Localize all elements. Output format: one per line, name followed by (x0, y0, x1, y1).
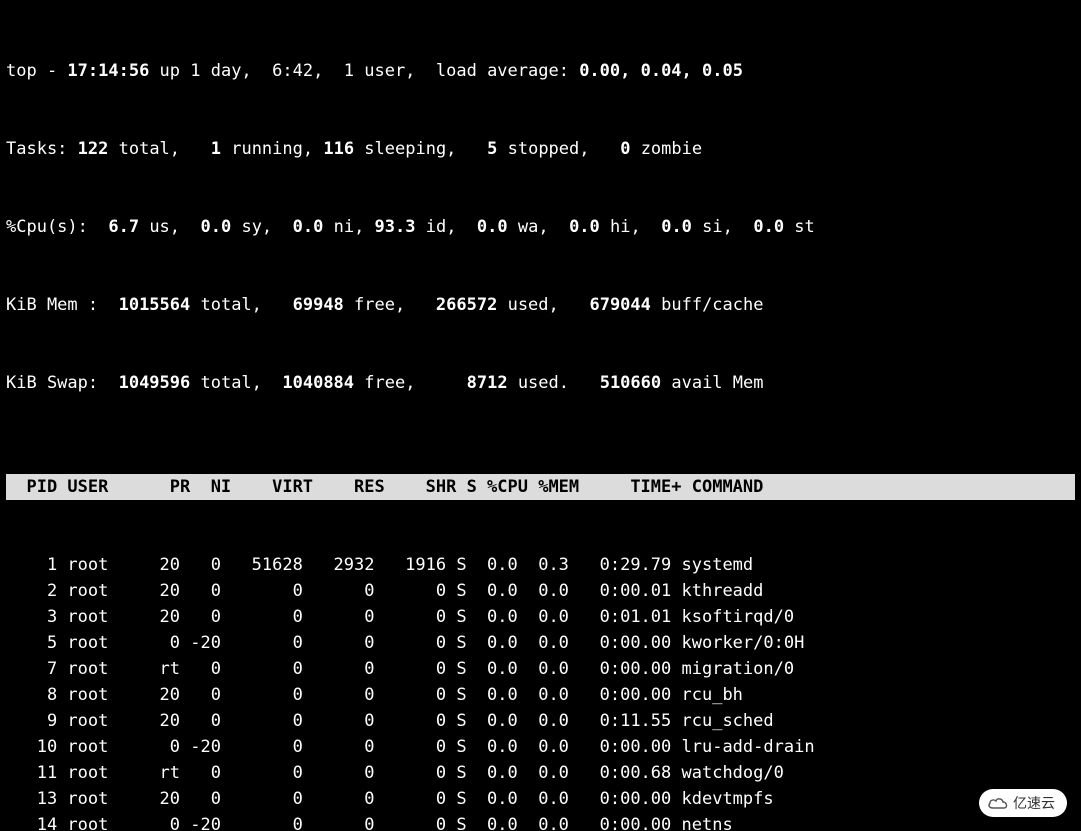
tasks-prefix: Tasks: (6, 139, 78, 159)
cpu-us: 6.7 (108, 217, 139, 237)
cpu-wa: 0.0 (477, 217, 508, 237)
terminal-screen[interactable]: top - 17:14:56 up 1 day, 6:42, 1 user, l… (0, 0, 1081, 831)
mem-t4: buff/cache (651, 295, 764, 315)
process-row[interactable]: 2 root 20 0 0 0 0 S 0.0 0.0 0:00.01 kthr… (6, 578, 1075, 604)
cpu-t3: ni, (323, 217, 374, 237)
top-prefix: top - (6, 61, 67, 81)
process-row[interactable]: 13 root 20 0 0 0 0 S 0.0 0.0 0:00.00 kde… (6, 786, 1075, 812)
mem-t1: total, (190, 295, 292, 315)
top-load: 0.00, 0.04, 0.05 (579, 61, 743, 81)
watermark-text: 亿速云 (1013, 793, 1055, 813)
swap-avail: 510660 (600, 373, 661, 393)
cpu-t4: id, (416, 217, 477, 237)
swap-t1: total, (190, 373, 282, 393)
cpu-t7: si, (692, 217, 753, 237)
top-mid1: up 1 day, 6:42, 1 user, load average: (149, 61, 579, 81)
summary-line-2: Tasks: 122 total, 1 running, 116 sleepin… (6, 136, 1075, 162)
summary-line-3: %Cpu(s): 6.7 us, 0.0 sy, 0.0 ni, 93.3 id… (6, 214, 1075, 240)
process-row[interactable]: 10 root 0 -20 0 0 0 S 0.0 0.0 0:00.00 lr… (6, 734, 1075, 760)
summary-line-5: KiB Swap: 1049596 total, 1040884 free, 8… (6, 370, 1075, 396)
process-row[interactable]: 9 root 20 0 0 0 0 S 0.0 0.0 0:11.55 rcu_… (6, 708, 1075, 734)
cpu-st: 0.0 (753, 217, 784, 237)
cpu-t2: sy, (231, 217, 292, 237)
swap-free: 1040884 (282, 373, 354, 393)
cpu-t8: st (784, 217, 815, 237)
mem-t3: used, (497, 295, 589, 315)
mem-t2: free, (344, 295, 436, 315)
swap-t4: avail Mem (661, 373, 763, 393)
mem-prefix: KiB Mem : (6, 295, 119, 315)
tasks-t5: zombie (630, 139, 702, 159)
cpu-si: 0.0 (661, 217, 692, 237)
process-row[interactable]: 3 root 20 0 0 0 0 S 0.0 0.0 0:01.01 ksof… (6, 604, 1075, 630)
cloud-icon (987, 795, 1009, 811)
cpu-id: 93.3 (375, 217, 416, 237)
tasks-t3: sleeping, (354, 139, 487, 159)
mem-buff: 679044 (589, 295, 650, 315)
process-row[interactable]: 1 root 20 0 51628 2932 1916 S 0.0 0.3 0:… (6, 552, 1075, 578)
mem-free: 69948 (293, 295, 344, 315)
summary-line-4: KiB Mem : 1015564 total, 69948 free, 266… (6, 292, 1075, 318)
swap-prefix: KiB Swap: (6, 373, 119, 393)
mem-used: 266572 (436, 295, 497, 315)
tasks-t1: total, (108, 139, 210, 159)
process-row[interactable]: 11 root rt 0 0 0 0 S 0.0 0.0 0:00.68 wat… (6, 760, 1075, 786)
swap-total: 1049596 (119, 373, 191, 393)
cpu-ni: 0.0 (293, 217, 324, 237)
tasks-stopped: 5 (487, 139, 497, 159)
mem-total: 1015564 (119, 295, 191, 315)
cpu-t1: us, (139, 217, 200, 237)
cpu-prefix: %Cpu(s): (6, 217, 108, 237)
process-row[interactable]: 14 root 0 -20 0 0 0 S 0.0 0.0 0:00.00 ne… (6, 812, 1075, 831)
swap-t2: free, (354, 373, 467, 393)
cpu-t5: wa, (508, 217, 569, 237)
tasks-sleeping: 116 (323, 139, 354, 159)
swap-used: 8712 (467, 373, 508, 393)
tasks-zombie: 0 (620, 139, 630, 159)
watermark-badge: 亿速云 (979, 789, 1067, 817)
process-row[interactable]: 8 root 20 0 0 0 0 S 0.0 0.0 0:00.00 rcu_… (6, 682, 1075, 708)
swap-t3: used. (508, 373, 600, 393)
process-list: 1 root 20 0 51628 2932 1916 S 0.0 0.3 0:… (6, 552, 1075, 831)
tasks-running: 1 (211, 139, 221, 159)
cpu-hi: 0.0 (569, 217, 600, 237)
top-time: 17:14:56 (67, 61, 149, 81)
tasks-t4: stopped, (497, 139, 620, 159)
cpu-sy: 0.0 (201, 217, 232, 237)
process-row[interactable]: 7 root rt 0 0 0 0 S 0.0 0.0 0:00.00 migr… (6, 656, 1075, 682)
tasks-total: 122 (78, 139, 109, 159)
summary-line-1: top - 17:14:56 up 1 day, 6:42, 1 user, l… (6, 58, 1075, 84)
process-row[interactable]: 5 root 0 -20 0 0 0 S 0.0 0.0 0:00.00 kwo… (6, 630, 1075, 656)
cpu-t6: hi, (600, 217, 661, 237)
process-header: PID USER PR NI VIRT RES SHR S %CPU %MEM … (6, 474, 1075, 500)
tasks-t2: running, (221, 139, 323, 159)
